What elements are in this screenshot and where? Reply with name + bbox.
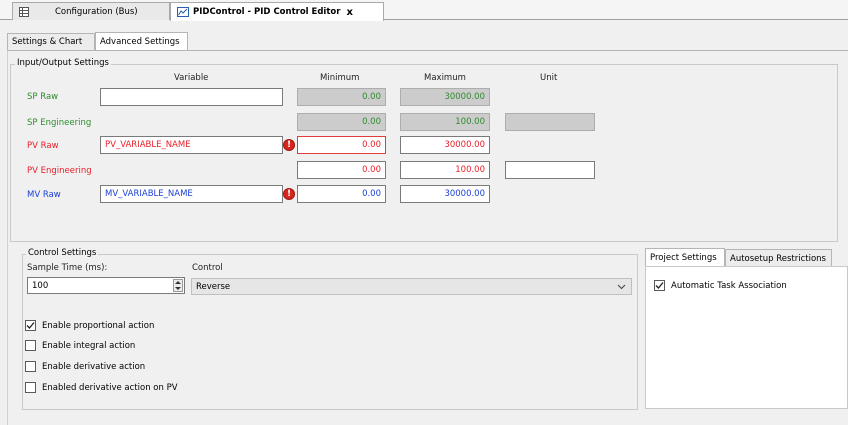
derivative-checkbox[interactable] <box>25 361 36 372</box>
proportional-checkbox[interactable] <box>25 320 36 331</box>
header-minimum: Minimum <box>320 73 360 83</box>
pv-raw-label: PV Raw <box>27 141 59 151</box>
sp-raw-min-input: 0.00 <box>297 88 386 106</box>
derivative-label: Enable derivative action <box>42 362 146 372</box>
tab-autosetup-restrictions[interactable]: Autosetup Restrictions <box>725 249 832 267</box>
pv-raw-variable-input[interactable]: PV_VARIABLE_NAME <box>100 136 283 154</box>
header-maximum: Maximum <box>424 73 466 83</box>
integral-label: Enable integral action <box>42 341 136 351</box>
sp-raw-max-input: 30000.00 <box>400 88 490 106</box>
sp-engineering-label: SP Engineering <box>27 118 92 128</box>
sample-time-label: Sample Time (ms): <box>27 263 108 273</box>
mv-raw-label: MV Raw <box>27 190 61 200</box>
tab-settings-chart[interactable]: Settings & Chart <box>7 33 95 50</box>
checkmark-icon <box>26 322 35 329</box>
mv-raw-max-input[interactable]: 30000.00 <box>400 185 490 203</box>
control-select[interactable]: Reverse <box>191 278 632 295</box>
sp-engineering-unit-input <box>505 113 595 131</box>
tab-configuration-bus[interactable]: Configuration (Bus) <box>12 2 170 20</box>
tab-pid-control-editor[interactable]: PIDControl - PID Control Editor x <box>170 2 384 21</box>
control-label: Control <box>192 263 223 273</box>
derivative-on-pv-label: Enabled derivative action on PV <box>42 383 178 393</box>
automatic-task-label: Automatic Task Association <box>671 281 787 291</box>
pv-engineering-unit-input[interactable] <box>505 161 595 179</box>
derivative-on-pv-checkbox[interactable] <box>25 382 36 393</box>
tab-project-settings[interactable]: Project Settings <box>645 248 725 266</box>
sp-engineering-max-input: 100.00 <box>400 113 490 131</box>
mv-raw-variable-input[interactable]: MV_VARIABLE_NAME <box>100 185 283 203</box>
sample-time-input[interactable]: 100 <box>27 277 185 294</box>
pid-chart-icon <box>177 7 189 17</box>
pv-raw-min-input[interactable]: 0.00 <box>297 136 386 154</box>
pv-engineering-max-input[interactable]: 100.00 <box>400 161 490 179</box>
sp-raw-label: SP Raw <box>27 92 59 102</box>
error-icon: ! <box>283 139 295 151</box>
header-variable: Variable <box>174 73 209 83</box>
close-tab-icon[interactable]: x <box>346 7 352 18</box>
error-icon: ! <box>283 188 295 200</box>
control-settings-title: Control Settings <box>26 248 99 258</box>
sp-raw-variable-input[interactable] <box>100 88 283 106</box>
grid-config-icon <box>19 6 29 17</box>
pv-raw-max-input[interactable]: 30000.00 <box>400 136 490 154</box>
mv-raw-min-input[interactable]: 0.00 <box>297 185 386 203</box>
spin-buttons[interactable] <box>173 279 183 292</box>
pv-engineering-min-input[interactable]: 0.00 <box>297 161 386 179</box>
sp-engineering-min-input: 0.00 <box>297 113 386 131</box>
tab-advanced-settings[interactable]: Advanced Settings <box>95 32 188 50</box>
checkmark-icon <box>655 282 664 289</box>
integral-checkbox[interactable] <box>25 340 36 351</box>
chevron-down-icon <box>617 282 626 294</box>
proportional-label: Enable proportional action <box>42 321 155 331</box>
io-settings-title: Input/Output Settings <box>15 58 111 68</box>
header-unit: Unit <box>540 73 558 83</box>
automatic-task-checkbox[interactable] <box>654 280 665 291</box>
pv-engineering-label: PV Engineering <box>27 166 92 176</box>
